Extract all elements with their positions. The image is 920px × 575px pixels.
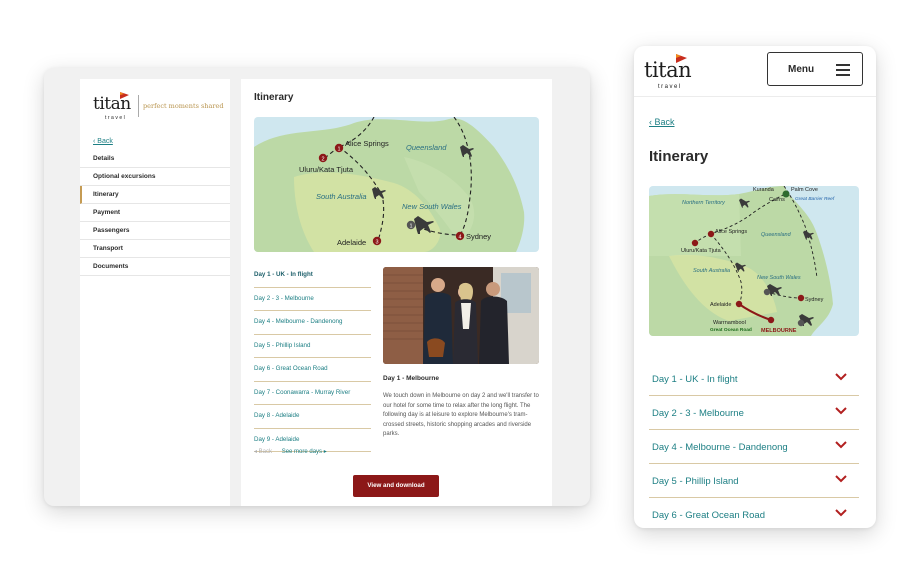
day-detail-title: Day 1 - Melbourne — [383, 375, 439, 382]
stop-1: 1 — [337, 146, 340, 152]
accordion-item[interactable]: Day 6 - Great Ocean Road — [649, 498, 859, 528]
day-item[interactable]: Day 2 - 3 - Melbourne — [254, 288, 371, 311]
map-label-uluru: Uluru/Kata Tjuta — [681, 248, 722, 254]
day-item[interactable]: Day 5 - Phillip Island — [254, 335, 371, 358]
stop-3: 3 — [375, 239, 378, 245]
accordion-item[interactable]: Day 1 - UK - In flight — [649, 362, 859, 396]
sidebar-item-passengers[interactable]: Passengers — [80, 222, 230, 240]
map-label-uluru: Uluru/Kata Tjuta — [299, 165, 354, 174]
map-label-northern-territory: Northern Territory — [682, 200, 726, 206]
map-label-sydney: Sydney — [805, 297, 824, 303]
logo-subtext: travel — [105, 115, 127, 121]
day-list: Day 1 - UK - In flight Day 2 - 3 - Melbo… — [254, 264, 371, 452]
chevron-down-icon — [835, 509, 847, 517]
map-label-cairns: Cairns — [769, 197, 785, 203]
map-label-adelaide: Adelaide — [337, 238, 366, 247]
accordion-item[interactable]: Day 4 - Melbourne - Dandenong — [649, 430, 859, 464]
sidebar: titan travel perfect moments shared ‹ Ba… — [80, 79, 230, 506]
sidebar-item-payment[interactable]: Payment — [80, 204, 230, 222]
chevron-down-icon — [835, 475, 847, 483]
logo-divider — [138, 95, 139, 117]
accordion-item[interactable]: Day 5 - Phillip Island — [649, 464, 859, 498]
sidebar-item-optional-excursions[interactable]: Optional excursions — [80, 168, 230, 186]
accordion-item[interactable]: Day 2 - 3 - Melbourne — [649, 396, 859, 430]
page-title: Itinerary — [649, 148, 709, 165]
back-link[interactable]: ‹ Back — [649, 117, 675, 127]
map-label-great-ocean-road: Great Ocean Road — [710, 327, 752, 333]
map-label-sydney: Sydney — [466, 232, 491, 241]
map-label-south-australia: South Australia — [316, 192, 367, 201]
stop-2: 2 — [321, 156, 324, 162]
stop-1-melbourne: 1 — [409, 223, 412, 229]
accordion-item-label: Day 2 - 3 - Melbourne — [652, 408, 744, 419]
chevron-down-icon — [835, 441, 847, 449]
logo-flag-icon — [120, 92, 129, 99]
back-link[interactable]: ‹ Back — [93, 138, 113, 145]
map-label-great-barrier-reef: Great Barrier Reef — [795, 196, 835, 202]
logo-subtext: travel — [658, 84, 682, 90]
chevron-down-icon — [835, 407, 847, 415]
map-label-warrnambool: Warrnambool — [713, 320, 746, 326]
map-label-nsw: New South Wales — [757, 275, 801, 281]
day-accordion: Day 1 - UK - In flight Day 2 - 3 - Melbo… — [649, 362, 859, 528]
sidebar-item-documents[interactable]: Documents — [80, 258, 230, 276]
map-label-queensland: Queensland — [406, 143, 447, 152]
stop-4: 4 — [458, 234, 461, 240]
accordion-item-label: Day 6 - Great Ocean Road — [652, 510, 765, 521]
map-label-palm-cove: Palm Cove — [791, 187, 818, 193]
map-label-alice-springs: Alice Springs — [715, 229, 747, 235]
hamburger-icon — [836, 64, 850, 79]
see-more-days-link[interactable]: See more days ▸ — [282, 449, 327, 455]
sidebar-item-itinerary[interactable]: Itinerary — [80, 186, 230, 204]
tablet-screen: titan travel perfect moments shared ‹ Ba… — [44, 68, 590, 506]
accordion-item-label: Day 5 - Phillip Island — [652, 476, 739, 487]
day-item[interactable]: Day 6 - Great Ocean Road — [254, 358, 371, 382]
day-item[interactable]: Day 8 - Adelaide — [254, 405, 371, 429]
page-title: Itinerary — [254, 92, 294, 103]
map-label-queensland: Queensland — [761, 232, 792, 238]
day-photo — [383, 267, 539, 364]
brand-tagline: perfect moments shared — [143, 102, 224, 110]
day-detail-text: We touch down in Melbourne on day 2 and … — [383, 393, 539, 437]
menu-button[interactable]: Menu — [767, 52, 863, 86]
itinerary-map[interactable]: 1 2 3 4 1 Alice Springs Queensland Uluru… — [254, 117, 539, 252]
day-item[interactable]: Day 1 - UK - In flight — [254, 264, 371, 288]
logo-flag-icon — [676, 54, 687, 63]
pager-back-link[interactable]: ◂ Back — [254, 449, 272, 455]
itinerary-map[interactable]: Kuranda Palm Cove Cairns Great Barrier R… — [649, 186, 859, 336]
day-pager: ◂ Back See more days ▸ — [254, 448, 327, 455]
map-label-south-australia: South Australia — [693, 268, 730, 274]
map-label-melbourne: MELBOURNE — [761, 328, 797, 334]
view-and-download-button[interactable]: View and download — [353, 475, 439, 497]
menu-label: Menu — [788, 64, 815, 75]
phone-header: titan travel Menu — [634, 46, 876, 97]
brand-logo[interactable]: titan travel — [644, 54, 704, 90]
chevron-down-icon — [835, 373, 847, 381]
accordion-item-label: Day 1 - UK - In flight — [652, 374, 738, 385]
accordion-item-label: Day 4 - Melbourne - Dandenong — [652, 442, 788, 453]
map-label-alice-springs: Alice Springs — [345, 139, 389, 148]
sidebar-item-transport[interactable]: Transport — [80, 240, 230, 258]
main-panel: Itinerary 1 2 3 4 1 Alice Springs Queens… — [241, 79, 552, 506]
sidebar-nav: Details Optional excursions Itinerary Pa… — [80, 150, 230, 276]
sidebar-item-details[interactable]: Details — [80, 150, 230, 168]
map-label-adelaide: Adelaide — [710, 302, 731, 308]
map-label-kuranda: Kuranda — [753, 187, 775, 193]
day-item[interactable]: Day 7 - Coonawarra - Murray River — [254, 382, 371, 405]
phone-screen: titan travel Menu ‹ Back Itinerary Kuran… — [634, 46, 876, 528]
brand-logo[interactable]: titan travel perfect moments shared — [93, 92, 228, 121]
day-item[interactable]: Day 4 - Melbourne - Dandenong — [254, 311, 371, 335]
map-label-nsw: New South Wales — [402, 202, 462, 211]
